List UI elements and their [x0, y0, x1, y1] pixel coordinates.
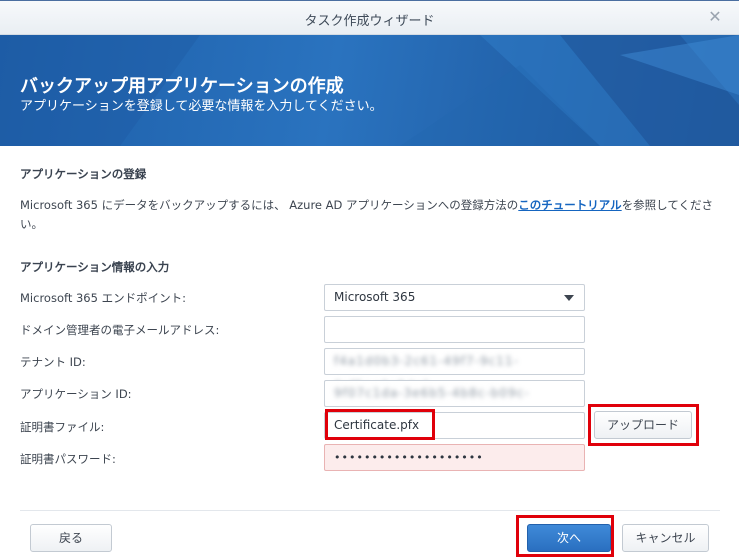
highlight-next-button	[516, 515, 614, 557]
app-id-label: アプリケーション ID:	[20, 387, 132, 401]
password-field[interactable]: ••••••••••••••••••••	[324, 444, 585, 471]
header-banner: バックアップ用アプリケーションの作成 アプリケーションを登録して必要な情報を入力…	[0, 35, 739, 146]
highlight-upload-button	[588, 404, 699, 446]
password-label: 証明書パスワード:	[20, 452, 116, 466]
window-title: タスク作成ウィザード	[304, 14, 435, 29]
info-section-title: アプリケーション情報の入力	[20, 260, 170, 274]
tenant-id-field[interactable]: f4a1d0b3-2c61-49f7-9c11-0cf5ae0c8da1	[324, 348, 585, 393]
chevron-down-icon	[564, 295, 574, 301]
register-section-title: アプリケーションの登録	[20, 167, 147, 181]
endpoint-value: Microsoft 365	[334, 290, 416, 304]
email-field[interactable]	[324, 316, 585, 343]
app-id-field[interactable]: 9f07c1da-3e6b5-4b8c-b09c-2d0731e2d7f4	[324, 380, 585, 425]
highlight-cert-file	[325, 409, 435, 440]
endpoint-label: Microsoft 365 エンドポイント:	[20, 291, 186, 305]
close-icon[interactable]: ✕	[707, 9, 723, 25]
cert-file-label: 証明書ファイル:	[20, 420, 105, 434]
banner-subheading: アプリケーションを登録して必要な情報を入力してください。	[20, 99, 383, 114]
email-label: ドメイン管理者の電子メールアドレス:	[20, 323, 220, 337]
footer-divider	[20, 510, 720, 511]
tenant-label: テナント ID:	[20, 355, 86, 369]
endpoint-select[interactable]: Microsoft 365	[324, 284, 585, 311]
description-text: Microsoft 365 にデータをバックアップするには、 Azure AD …	[20, 198, 519, 212]
back-button[interactable]: 戻る	[30, 524, 112, 552]
window-titlebar: タスク作成ウィザード ✕	[0, 0, 739, 35]
cancel-button[interactable]: キャンセル	[622, 524, 709, 552]
register-description: Microsoft 365 にデータをバックアップするには、 Azure AD …	[20, 196, 720, 234]
tutorial-link[interactable]: このチュートリアル	[518, 198, 621, 212]
